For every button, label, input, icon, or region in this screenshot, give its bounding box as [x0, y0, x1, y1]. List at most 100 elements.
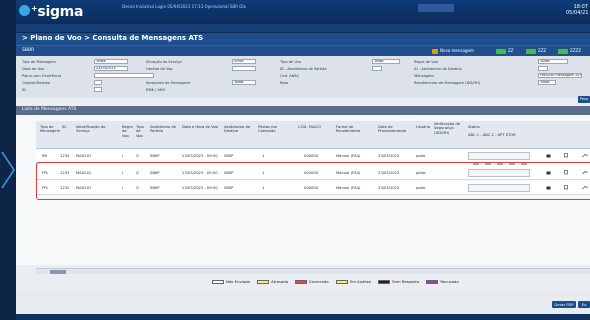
row-partida: SBKP	[150, 186, 160, 190]
col-forma[interactable]: Forma de Recebimento	[336, 125, 370, 134]
data-voo-input[interactable]: 23/03/2023	[94, 66, 128, 71]
col-tipo-voo[interactable]: Tipo de Voo	[136, 125, 148, 138]
copy-icon[interactable]	[564, 170, 569, 175]
legend-label: Atrasada	[271, 279, 289, 284]
print-icon[interactable]	[546, 185, 551, 190]
sub-bar: SBBR Nova mensagem ZZ ZZZ ZZZZ	[16, 45, 590, 56]
legend-zz-swatch	[496, 48, 506, 54]
horizontal-scrollbar[interactable]	[36, 268, 590, 274]
legend-atrasada: Atrasada	[257, 279, 288, 284]
col-proc[interactable]: Data de Processamento	[378, 125, 412, 134]
copy-icon[interactable]	[564, 153, 569, 158]
legend-zzz-label: ZZZ	[538, 48, 547, 53]
row-datahora: 23/03/2023 - 09:00	[182, 171, 218, 175]
plano-ident-input[interactable]	[94, 73, 154, 78]
row-destino: SBSP	[224, 171, 234, 175]
origem-label: Origem/Destino	[22, 81, 51, 85]
logo-text: sigma	[37, 4, 84, 20]
search-button[interactable]: Pesq	[578, 96, 590, 103]
screen: +sigma Decea Iniciativa Login 05/04/2021…	[0, 0, 590, 320]
list-panel-header: Lista de Mensagens ATS	[16, 106, 590, 115]
row-ident[interactable]: MAX201	[76, 171, 91, 175]
legend-zzzz-swatch	[558, 48, 568, 54]
table-row[interactable]: FPL 1233 MAX201 I G SBKP 23/03/2023 - 09…	[36, 166, 590, 180]
recebimento-select[interactable]: Todos	[538, 80, 556, 85]
situacao-select[interactable]: Unico	[232, 59, 256, 64]
row-proc: 23/03/2023	[378, 154, 400, 158]
copy-icon[interactable]	[564, 185, 569, 190]
logo-icon	[19, 5, 30, 16]
col-regra[interactable]: Regra de Voo	[122, 125, 134, 138]
forward-icon[interactable]	[582, 170, 588, 175]
tipo-mensagem-label: Tipo de Mensagem	[22, 60, 56, 64]
regra-select[interactable]: Todos	[538, 59, 568, 64]
page-title: > Plano de Voo > Consulta de Mensagens A…	[22, 34, 204, 42]
col-pilotos[interactable]: Pilotos por Comando	[258, 125, 290, 134]
col-id[interactable]: ID	[62, 125, 66, 129]
row-regra: I	[122, 154, 124, 158]
aeroporto-select[interactable]: Todos	[232, 80, 256, 85]
legend-swatch	[295, 280, 308, 284]
table-row[interactable]: RR 1234 MAX201 I G SBKP 23/03/2023 - 09:…	[36, 149, 590, 165]
row-destino: SBSP	[224, 186, 234, 190]
user-badge[interactable]	[418, 4, 454, 12]
row-partida: SBKP	[150, 171, 160, 175]
clock: 18:07 05/04/21	[566, 4, 588, 16]
origem-input[interactable]	[94, 80, 102, 85]
row-usuario: plato	[416, 171, 426, 175]
col-verificacao[interactable]: Verificação de Segurança (DD/HH)	[434, 122, 464, 135]
tipo-mensagem-select[interactable]: Todos	[94, 59, 128, 64]
row-ident[interactable]: MAX201	[76, 186, 91, 190]
col-destino[interactable]: Aeródromo de Destino	[224, 125, 254, 134]
row-pilotos: 1	[262, 154, 265, 158]
legend-zzzz[interactable]: ZZZZ	[558, 48, 581, 55]
legend-zz[interactable]: ZZ	[496, 48, 513, 55]
forward-icon[interactable]	[582, 153, 588, 158]
row-tipo: RR	[42, 154, 48, 158]
id-input[interactable]	[94, 87, 102, 92]
rota-label: Rota	[280, 81, 289, 85]
table-row[interactable]: FPL 1232 MAX201 I G SBKP 23/03/2023 - 09…	[36, 181, 590, 195]
export-excel-button[interactable]: Ex	[578, 301, 590, 308]
legend-label: Recusada	[440, 279, 459, 284]
tipo-voo-select[interactable]: Todos	[372, 59, 400, 64]
aeronave-label: ID - Aeródromo de Partida	[280, 67, 327, 71]
mensagem-input[interactable]: Procurar mensagem ATS	[538, 73, 582, 78]
legend-recusada: Recusada	[426, 279, 459, 284]
row-tipo-voo: G	[136, 171, 139, 175]
print-icon[interactable]	[546, 170, 551, 175]
location-label: SBBR	[22, 48, 35, 53]
status-indicator	[468, 152, 530, 165]
col-usuario[interactable]: Usuário	[416, 125, 434, 129]
plano-ident-label: Plano com Ocorrência	[22, 74, 62, 78]
legend-zzz[interactable]: ZZZ	[526, 48, 546, 55]
row-datahora: 23/03/2023 - 09:00	[182, 186, 218, 190]
row-tipo-voo: G	[136, 154, 139, 158]
print-icon[interactable]	[546, 153, 551, 158]
horario-voo-input[interactable]	[232, 66, 256, 71]
col-partida[interactable]: Aeródromo de Partida	[150, 125, 178, 134]
col-status[interactable]: Status	[468, 125, 480, 129]
row-ident[interactable]: MAX201	[76, 154, 91, 158]
legend-swatch	[335, 280, 348, 284]
col-ident[interactable]: Identificação do Serviço	[76, 125, 112, 134]
forward-icon[interactable]	[582, 185, 588, 190]
col-datahora[interactable]: Data e Hora de Voo	[182, 125, 220, 129]
col-cod[interactable]: CÓD. FAACO	[298, 125, 326, 129]
app-logo[interactable]: +sigma	[31, 4, 83, 20]
aeroporto-destino-input[interactable]	[538, 66, 548, 71]
col-tipo[interactable]: Tipo de Mensagem	[40, 125, 60, 134]
export-pdf-button[interactable]: Gerar PDF	[552, 301, 576, 308]
legend-swatch	[212, 280, 224, 284]
row-forma: Manual (FSA)	[336, 154, 361, 158]
filter-panel: Tipo de Mensagem Todos Data de Voo 23/03…	[16, 56, 590, 103]
aeronave-input[interactable]	[372, 66, 382, 71]
status-indicator	[468, 169, 530, 177]
list-panel-title: Lista de Mensagens ATS	[22, 107, 77, 112]
legend-label: Encerrada	[309, 279, 329, 284]
row-regra: I	[122, 186, 124, 190]
messages-grid: Tipo de Mensagem ID Identificação do Ser…	[16, 115, 590, 284]
scrollbar-thumb[interactable]	[50, 270, 66, 274]
new-message-button[interactable]: Nova mensagem	[432, 48, 474, 55]
legend-em-analise: Em Análise	[335, 279, 371, 284]
